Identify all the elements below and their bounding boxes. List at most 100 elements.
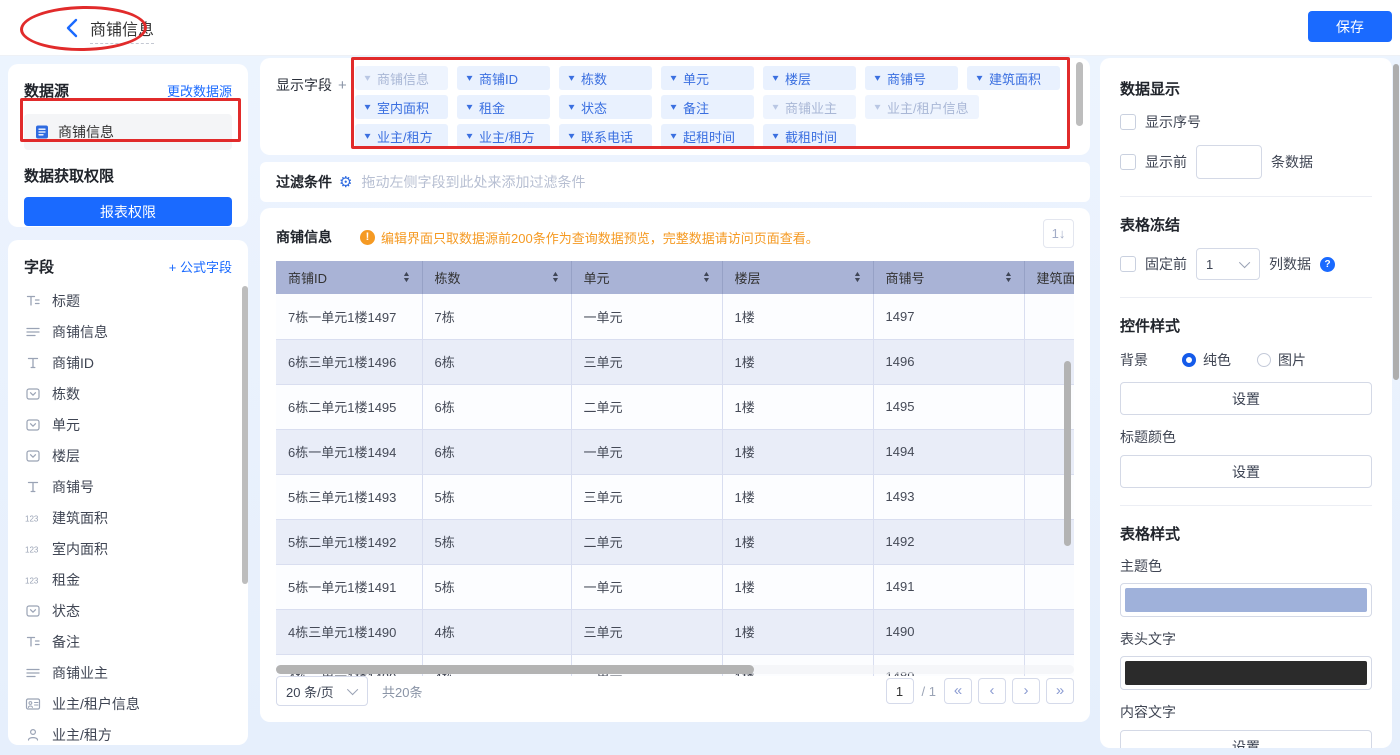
field-item[interactable]: 业主/租方: [24, 719, 232, 745]
table-row[interactable]: 6栋二单元1楼14956栋二单元1楼1495: [276, 384, 1074, 429]
freeze-checkbox[interactable]: [1120, 256, 1136, 272]
display-field-chip[interactable]: ▾单元: [661, 66, 754, 90]
column-header[interactable]: 楼层▲▼: [722, 261, 873, 294]
field-item[interactable]: 单元: [24, 409, 232, 440]
solid-color-option[interactable]: 纯色: [1182, 350, 1231, 370]
table-row[interactable]: 6栋三单元1楼14966栋三单元1楼1496: [276, 339, 1074, 384]
field-item[interactable]: 标题: [24, 285, 232, 316]
table-cell: 一单元: [571, 294, 722, 339]
field-item[interactable]: 商铺号: [24, 471, 232, 502]
change-datasource-link[interactable]: 更改数据源: [167, 81, 232, 100]
first-page-icon[interactable]: «: [944, 678, 972, 704]
fields-scrollbar[interactable]: [242, 286, 248, 584]
display-field-chip[interactable]: ▾业主/租户信息: [865, 95, 979, 119]
datasource-item[interactable]: 商铺信息: [24, 114, 232, 150]
sort-icon[interactable]: ▲▼: [854, 272, 861, 284]
column-header[interactable]: 商铺号▲▼: [873, 261, 1024, 294]
back-icon[interactable]: [64, 18, 82, 38]
field-item[interactable]: 商铺ID: [24, 347, 232, 378]
table-vertical-scrollbar[interactable]: [1064, 361, 1071, 546]
table-row[interactable]: 4栋三单元1楼14904栋三单元1楼1490: [276, 609, 1074, 654]
chips-scrollbar[interactable]: [1076, 62, 1083, 126]
filter-dropzone-placeholder[interactable]: 拖动左侧字段到此处来添加过滤条件: [361, 172, 585, 192]
field-item[interactable]: 栋数: [24, 378, 232, 409]
field-item[interactable]: 状态: [24, 595, 232, 626]
display-field-chip[interactable]: ▾状态: [559, 95, 652, 119]
theme-color-picker[interactable]: [1120, 583, 1372, 617]
horizontal-scrollbar-thumb[interactable]: [276, 665, 754, 674]
field-item[interactable]: 123室内面积: [24, 533, 232, 564]
display-field-chip[interactable]: ▾商铺号: [865, 66, 958, 90]
display-field-chip[interactable]: ▾商铺信息: [355, 66, 448, 90]
table-cell: 1495: [873, 384, 1024, 429]
sort-order-icon[interactable]: 1↓: [1043, 219, 1074, 248]
report-permission-button[interactable]: 报表权限: [24, 197, 232, 226]
add-field-icon[interactable]: +: [338, 77, 347, 94]
field-item[interactable]: 备注: [24, 626, 232, 657]
display-field-chip[interactable]: ▾楼层: [763, 66, 856, 90]
sort-icon[interactable]: ▲▼: [403, 272, 410, 284]
field-item[interactable]: 商铺业主: [24, 657, 232, 688]
radio-unselected-icon[interactable]: [1257, 353, 1271, 367]
display-field-chip[interactable]: ▾联系电话: [559, 124, 652, 148]
display-field-chip[interactable]: ▾商铺业主: [763, 95, 856, 119]
column-header[interactable]: 建筑面积▲▼: [1024, 261, 1074, 294]
title-color-set-button[interactable]: 设置: [1120, 455, 1372, 488]
next-page-icon[interactable]: ›: [1012, 678, 1040, 704]
display-field-chip[interactable]: ▾商铺ID: [457, 66, 550, 90]
sort-icon[interactable]: ▲▼: [552, 272, 559, 284]
display-field-chip[interactable]: ▾备注: [661, 95, 754, 119]
settings-scrollbar[interactable]: [1393, 64, 1399, 380]
header-text-picker[interactable]: [1120, 656, 1372, 690]
column-label: 建筑面积: [1037, 268, 1075, 287]
gear-icon[interactable]: ⚙: [339, 173, 352, 191]
display-field-chip[interactable]: ▾租金: [457, 95, 550, 119]
content-text-set-button[interactable]: 设置: [1120, 730, 1372, 748]
table-row[interactable]: 6栋一单元1楼14946栋一单元1楼1494: [276, 429, 1074, 474]
column-header[interactable]: 单元▲▼: [571, 261, 722, 294]
table-cell: 一单元: [571, 429, 722, 474]
widget-style-heading: 控件样式: [1120, 315, 1372, 336]
field-item[interactable]: 业主/租户信息: [24, 688, 232, 719]
svg-text:123: 123: [25, 514, 39, 523]
column-header[interactable]: 商铺ID▲▼: [276, 261, 422, 294]
table-row[interactable]: 5栋三单元1楼14935栋三单元1楼1493: [276, 474, 1074, 519]
formula-field-link[interactable]: + 公式字段: [169, 257, 232, 276]
field-item[interactable]: 楼层: [24, 440, 232, 471]
display-field-chip[interactable]: ▾业主/租方: [457, 124, 550, 148]
table-cell: 1490: [873, 609, 1024, 654]
table-row[interactable]: 7栋一单元1楼14977栋一单元1楼1497: [276, 294, 1074, 339]
field-item[interactable]: 123租金: [24, 564, 232, 595]
prev-page-icon[interactable]: ‹: [978, 678, 1006, 704]
display-field-chip[interactable]: ▾业主/租方: [355, 124, 448, 148]
sort-icon[interactable]: ▲▼: [703, 272, 710, 284]
field-item[interactable]: 商铺信息: [24, 316, 232, 347]
page-number-input[interactable]: [886, 678, 914, 704]
horizontal-scrollbar[interactable]: [276, 665, 1074, 674]
last-page-icon[interactable]: »: [1046, 678, 1074, 704]
freeze-count-select[interactable]: 1: [1196, 248, 1260, 280]
field-item[interactable]: 123建筑面积: [24, 502, 232, 533]
table-cell: 5栋: [422, 519, 571, 564]
save-button[interactable]: 保存: [1308, 11, 1392, 42]
column-header[interactable]: 栋数▲▼: [422, 261, 571, 294]
display-field-chip[interactable]: ▾室内面积: [355, 95, 448, 119]
radio-selected-icon[interactable]: [1182, 353, 1196, 367]
show-front-checkbox[interactable]: [1120, 154, 1136, 170]
row-count-input[interactable]: [1196, 145, 1262, 179]
help-icon[interactable]: ?: [1320, 257, 1335, 272]
display-field-chip[interactable]: ▾栋数: [559, 66, 652, 90]
image-option[interactable]: 图片: [1257, 350, 1306, 370]
sort-icon[interactable]: ▲▼: [1005, 272, 1012, 284]
select-icon: [24, 603, 42, 619]
title-color-label: 标题颜色: [1120, 427, 1372, 447]
display-field-chip[interactable]: ▾截租时间: [763, 124, 856, 148]
show-index-checkbox[interactable]: [1120, 114, 1136, 130]
table-row[interactable]: 5栋一单元1楼14915栋一单元1楼1491: [276, 564, 1074, 609]
display-field-chip[interactable]: ▾建筑面积: [967, 66, 1060, 90]
display-field-chip[interactable]: ▾起租时间: [661, 124, 754, 148]
page-size-select[interactable]: 20 条/页: [276, 676, 368, 706]
background-set-button[interactable]: 设置: [1120, 382, 1372, 415]
table-row[interactable]: 5栋二单元1楼14925栋二单元1楼1492: [276, 519, 1074, 564]
page-title[interactable]: 商铺信息: [90, 16, 154, 44]
